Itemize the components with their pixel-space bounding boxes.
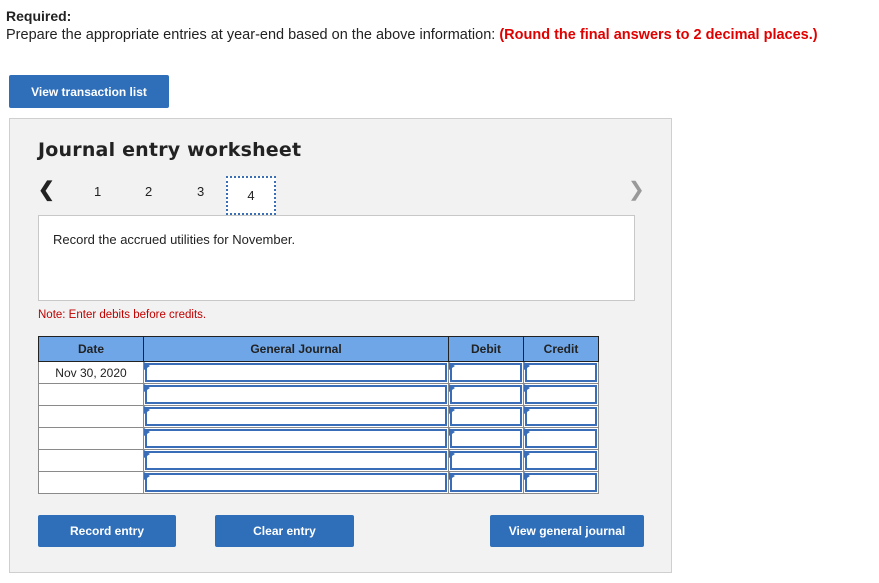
debit-input[interactable] bbox=[450, 363, 522, 382]
rounding-emphasis: (Round the final answers to 2 decimal pl… bbox=[499, 27, 818, 43]
next-arrow-icon[interactable]: ❯ bbox=[628, 177, 645, 202]
table-header-row: Date General Journal Debit Credit bbox=[38, 336, 599, 362]
account-cell[interactable] bbox=[143, 383, 449, 406]
account-input[interactable] bbox=[145, 407, 447, 426]
credit-cell[interactable] bbox=[523, 449, 599, 472]
table-row bbox=[38, 449, 599, 472]
dropdown-marker-icon bbox=[144, 450, 150, 458]
credit-cell[interactable] bbox=[523, 427, 599, 450]
input-marker-icon bbox=[449, 450, 455, 458]
prev-arrow-icon[interactable]: ❮ bbox=[38, 177, 55, 202]
account-input[interactable] bbox=[145, 473, 447, 492]
input-marker-icon bbox=[449, 362, 455, 370]
debit-input[interactable] bbox=[450, 429, 522, 448]
account-input[interactable] bbox=[145, 385, 447, 404]
debit-cell[interactable] bbox=[448, 471, 524, 494]
required-heading: Required: bbox=[6, 8, 72, 24]
input-marker-icon bbox=[524, 428, 530, 436]
debit-input[interactable] bbox=[450, 385, 522, 404]
date-cell bbox=[38, 471, 144, 494]
debit-cell[interactable] bbox=[448, 405, 524, 428]
input-marker-icon bbox=[524, 384, 530, 392]
credit-input[interactable] bbox=[525, 407, 597, 426]
page-tab-3[interactable]: 3 bbox=[197, 184, 204, 199]
debit-header: Debit bbox=[448, 336, 524, 362]
input-marker-icon bbox=[524, 362, 530, 370]
date-cell bbox=[38, 449, 144, 472]
credit-input[interactable] bbox=[525, 473, 597, 492]
table-row bbox=[38, 405, 599, 428]
input-marker-icon bbox=[449, 428, 455, 436]
account-cell[interactable] bbox=[143, 427, 449, 450]
view-general-journal-button[interactable]: View general journal bbox=[490, 515, 644, 547]
account-cell[interactable] bbox=[143, 405, 449, 428]
credit-cell[interactable] bbox=[523, 471, 599, 494]
dropdown-marker-icon bbox=[144, 384, 150, 392]
worksheet-title: Journal entry worksheet bbox=[38, 139, 302, 161]
input-marker-icon bbox=[449, 384, 455, 392]
entry-description-box: Record the accrued utilities for Novembe… bbox=[38, 215, 635, 301]
date-header: Date bbox=[38, 336, 144, 362]
input-marker-icon bbox=[524, 406, 530, 414]
debit-input[interactable] bbox=[450, 473, 522, 492]
debit-cell[interactable] bbox=[448, 383, 524, 406]
credit-cell[interactable] bbox=[523, 405, 599, 428]
credit-cell[interactable] bbox=[523, 383, 599, 406]
account-cell[interactable] bbox=[143, 361, 449, 384]
input-marker-icon bbox=[449, 472, 455, 480]
debit-cell[interactable] bbox=[448, 449, 524, 472]
debit-cell[interactable] bbox=[448, 427, 524, 450]
account-input[interactable] bbox=[145, 429, 447, 448]
account-cell[interactable] bbox=[143, 471, 449, 494]
table-row: Nov 30, 2020 bbox=[38, 361, 599, 384]
journal-entry-worksheet-panel: Journal entry worksheet ❮ 1 2 3 4 ❯ Reco… bbox=[9, 118, 672, 573]
dropdown-marker-icon bbox=[144, 362, 150, 370]
page-tab-4-active[interactable]: 4 bbox=[226, 176, 276, 215]
account-input[interactable] bbox=[145, 451, 447, 470]
credit-input[interactable] bbox=[525, 363, 597, 382]
date-cell bbox=[38, 405, 144, 428]
input-marker-icon bbox=[524, 450, 530, 458]
date-cell bbox=[38, 427, 144, 450]
credit-header: Credit bbox=[523, 336, 599, 362]
page-tab-2[interactable]: 2 bbox=[145, 184, 152, 199]
table-row bbox=[38, 471, 599, 494]
table-row bbox=[38, 383, 599, 406]
view-transaction-list-button[interactable]: View transaction list bbox=[9, 75, 169, 108]
table-row bbox=[38, 427, 599, 450]
credit-input[interactable] bbox=[525, 451, 597, 470]
date-cell: Nov 30, 2020 bbox=[38, 361, 144, 384]
debit-cell[interactable] bbox=[448, 361, 524, 384]
instruction-text: Prepare the appropriate entries at year-… bbox=[6, 27, 818, 43]
entry-note: Note: Enter debits before credits. bbox=[38, 309, 207, 321]
debit-input[interactable] bbox=[450, 407, 522, 426]
credit-cell[interactable] bbox=[523, 361, 599, 384]
credit-input[interactable] bbox=[525, 429, 597, 448]
entry-description: Record the accrued utilities for Novembe… bbox=[53, 232, 296, 247]
input-marker-icon bbox=[524, 472, 530, 480]
account-input[interactable] bbox=[145, 363, 447, 382]
dropdown-marker-icon bbox=[144, 472, 150, 480]
general-journal-header: General Journal bbox=[143, 336, 449, 362]
dropdown-marker-icon bbox=[144, 406, 150, 414]
page-tab-1[interactable]: 1 bbox=[94, 184, 101, 199]
date-cell bbox=[38, 383, 144, 406]
account-cell[interactable] bbox=[143, 449, 449, 472]
debit-input[interactable] bbox=[450, 451, 522, 470]
journal-table: Date General Journal Debit Credit Nov 30… bbox=[38, 336, 599, 494]
instruction-body: Prepare the appropriate entries at year-… bbox=[6, 27, 496, 43]
clear-entry-button[interactable]: Clear entry bbox=[215, 515, 354, 547]
input-marker-icon bbox=[449, 406, 455, 414]
record-entry-button[interactable]: Record entry bbox=[38, 515, 176, 547]
dropdown-marker-icon bbox=[144, 428, 150, 436]
credit-input[interactable] bbox=[525, 385, 597, 404]
